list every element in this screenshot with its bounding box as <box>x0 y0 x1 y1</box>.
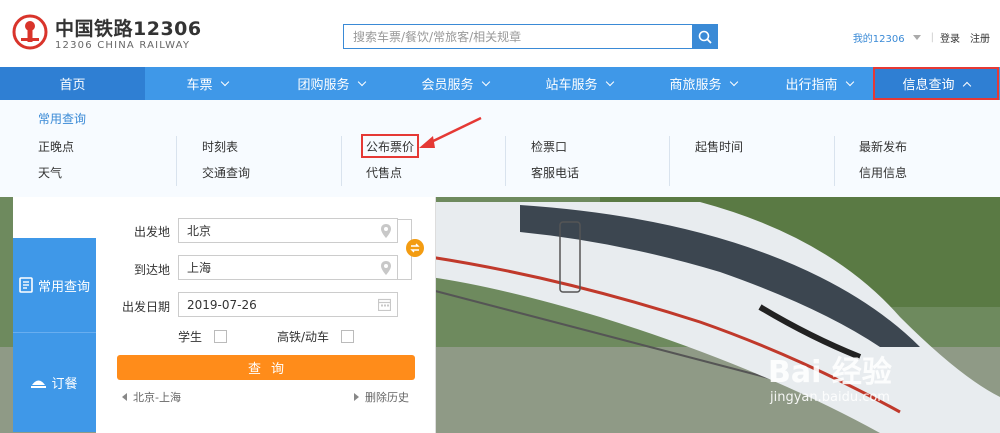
divider <box>505 136 506 186</box>
document-icon <box>19 277 33 293</box>
nav-label: 首页 <box>59 78 86 93</box>
logo-title[interactable]: 中国铁路12306 <box>55 14 202 41</box>
nav-item-tickets[interactable]: 车票 <box>145 67 269 100</box>
chevron-up-icon <box>962 81 971 90</box>
ticket-query-form: 出发地 到达地 出发日期 学生 <box>96 197 436 433</box>
student-label: 学生 <box>178 330 203 344</box>
search-icon <box>698 30 712 44</box>
tab-common-query[interactable]: 常用查询 <box>13 238 96 332</box>
my12306-link[interactable]: 我的12306 <box>853 30 905 45</box>
chevron-down-icon <box>220 77 229 86</box>
student-checkbox[interactable] <box>214 330 228 343</box>
location-pin-icon <box>381 261 391 275</box>
clear-history-label: 删除历史 <box>365 391 409 404</box>
main-nav: 首页 车票 团购服务 会员服务 站车服务 商旅服务 出行指南 信息查询 <box>0 67 1000 100</box>
location-pin-icon <box>381 224 391 238</box>
chevron-down-icon <box>845 77 854 86</box>
chevron-down-icon[interactable] <box>912 35 921 40</box>
to-input[interactable] <box>179 256 397 279</box>
chevron-down-icon <box>729 77 738 86</box>
dish-icon <box>31 380 47 388</box>
tab-label: 常用查询 <box>37 279 90 295</box>
menu-item-timetable[interactable]: 时刻表 <box>202 138 238 155</box>
divider <box>834 136 835 186</box>
divider: | <box>930 32 934 43</box>
nav-item-group[interactable]: 团购服务 <box>269 67 393 100</box>
menu-item-credit[interactable]: 信用信息 <box>859 164 907 181</box>
date-field[interactable] <box>178 292 398 317</box>
date-label: 出发日期 <box>121 300 170 314</box>
divider <box>176 136 177 186</box>
search-box[interactable] <box>343 24 693 49</box>
menu-item-hotline[interactable]: 客服电话 <box>531 164 579 181</box>
nav-item-member[interactable]: 会员服务 <box>393 67 517 100</box>
nav-label: 团购服务 <box>297 78 350 93</box>
nav-item-home[interactable]: 首页 <box>0 67 145 100</box>
search-input[interactable] <box>344 25 692 48</box>
info-dropdown-menu: 常用查询 正晚点 天气 时刻表 交通查询 公布票价 代售点 检票口 客服电话 起… <box>0 100 1000 197</box>
chevron-down-icon <box>481 77 490 86</box>
from-field[interactable] <box>178 218 398 243</box>
dropdown-heading: 常用查询 <box>38 112 87 126</box>
query-button[interactable]: 查询 <box>117 355 415 380</box>
top-links: 我的12306 | 登录 注册 <box>853 30 990 45</box>
from-input[interactable] <box>179 219 397 242</box>
menu-item-agencies[interactable]: 代售点 <box>366 164 402 181</box>
from-label: 出发地 <box>133 225 170 239</box>
nav-label: 商旅服务 <box>669 78 722 93</box>
nav-label: 站车服务 <box>545 78 598 93</box>
nav-label: 出行指南 <box>785 78 838 93</box>
divider <box>669 136 670 186</box>
nav-label: 会员服务 <box>421 78 474 93</box>
site-header: 中国铁路12306 12306 CHINA RAILWAY 我的12306 | … <box>0 0 1000 67</box>
nav-label: 信息查询 <box>902 78 955 93</box>
nav-item-business[interactable]: 商旅服务 <box>641 67 765 100</box>
history-route[interactable]: 北京-上海 <box>133 389 181 405</box>
annotation-arrow-icon <box>419 116 482 148</box>
swap-icon <box>410 243 420 253</box>
railway-logo-icon[interactable] <box>12 14 48 50</box>
swap-stations-button[interactable] <box>406 239 424 257</box>
watermark-url: jingyan.baidu.com <box>770 390 890 405</box>
highspeed-checkbox[interactable] <box>341 330 355 343</box>
menu-item-weather[interactable]: 天气 <box>38 164 62 181</box>
student-option[interactable]: 学生 <box>178 328 228 345</box>
menu-item-traffic[interactable]: 交通查询 <box>202 164 250 181</box>
menu-item-delay[interactable]: 正晚点 <box>38 138 74 155</box>
form-cap <box>13 197 96 238</box>
tab-meal-order[interactable]: 订餐 <box>13 332 96 432</box>
annotation-highlight-box <box>361 134 419 158</box>
highspeed-label: 高铁/动车 <box>277 330 330 344</box>
menu-item-sale-time[interactable]: 起售时间 <box>695 138 743 155</box>
chevron-down-icon <box>605 77 614 86</box>
login-link[interactable]: 登录 <box>940 30 960 45</box>
highspeed-option[interactable]: 高铁/动车 <box>277 328 355 345</box>
menu-item-latest[interactable]: 最新发布 <box>859 138 907 155</box>
logo-subtitle: 12306 CHINA RAILWAY <box>55 40 191 51</box>
arrow-left-icon <box>122 393 127 401</box>
arrow-right-icon <box>354 393 359 401</box>
nav-item-info[interactable]: 信息查询 <box>873 67 999 100</box>
nav-item-guide[interactable]: 出行指南 <box>765 67 873 100</box>
menu-item-gate[interactable]: 检票口 <box>531 138 567 155</box>
register-link[interactable]: 注册 <box>970 30 990 45</box>
calendar-icon[interactable] <box>378 298 391 311</box>
chevron-down-icon <box>357 77 366 86</box>
nav-item-station[interactable]: 站车服务 <box>517 67 641 100</box>
divider <box>341 136 342 186</box>
date-input[interactable] <box>179 293 397 316</box>
search-button[interactable] <box>692 24 718 49</box>
history-item[interactable]: 北京-上海 <box>122 389 181 405</box>
tab-label: 订餐 <box>51 377 78 392</box>
nav-label: 车票 <box>186 78 213 93</box>
watermark-logo: Bai 经验 <box>768 355 892 390</box>
to-field[interactable] <box>178 255 398 280</box>
to-label: 到达地 <box>133 263 170 277</box>
clear-history-button[interactable]: 删除历史 <box>354 389 409 405</box>
